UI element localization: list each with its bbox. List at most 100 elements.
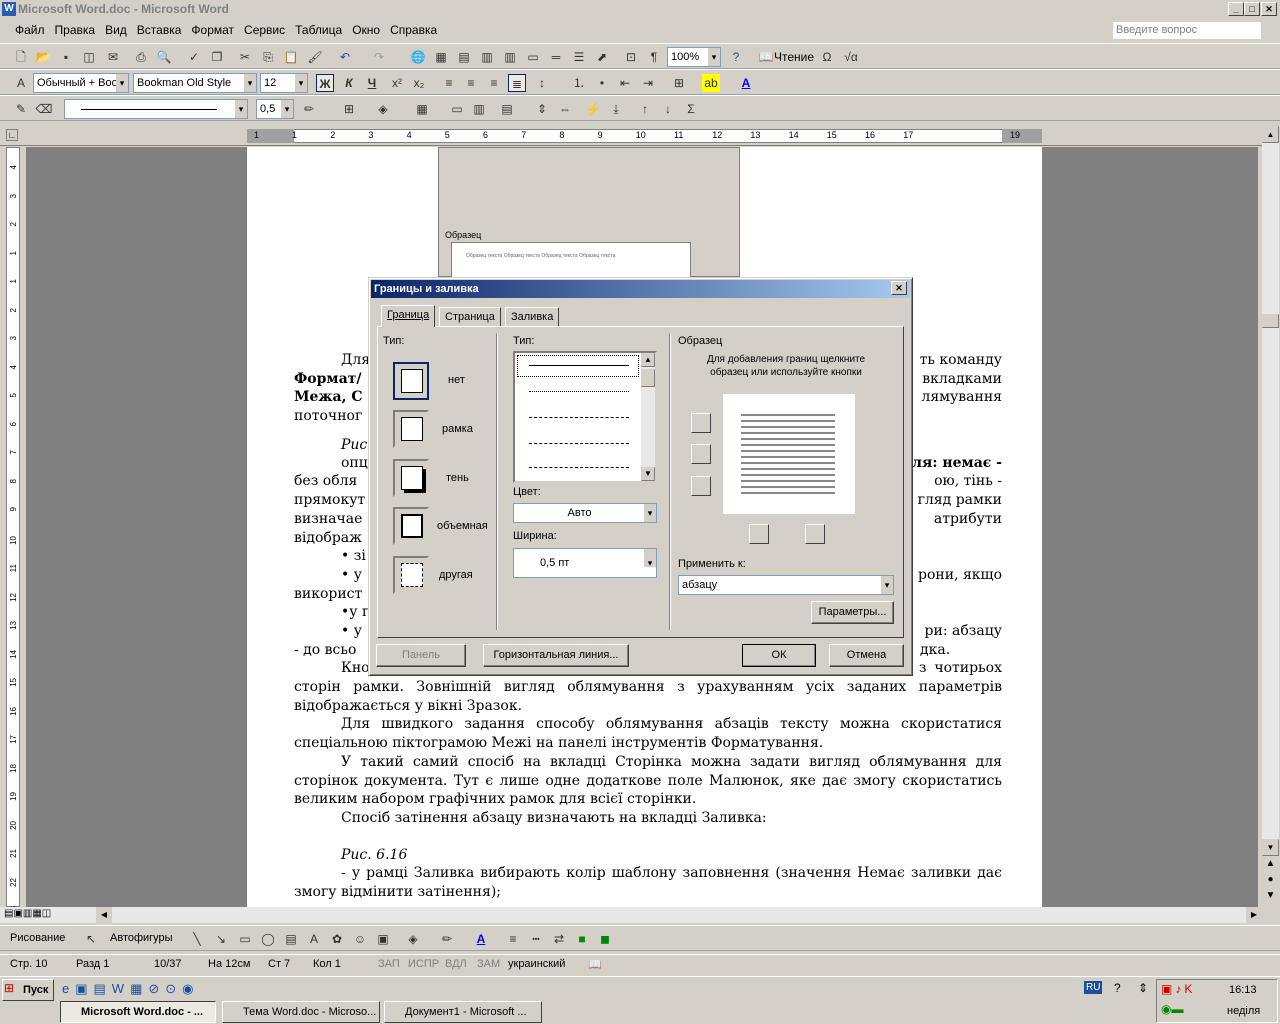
borders-icon[interactable]: ⊞ (670, 74, 688, 92)
scroll-up-icon[interactable]: ▲ (641, 353, 655, 367)
3d-icon[interactable]: ◼ (596, 930, 614, 948)
quicklaunch-icons[interactable]: e▣▤W▦⊘⊙◉ (62, 981, 199, 997)
status-ext[interactable]: ВДЛ (445, 958, 467, 970)
decrease-indent-icon[interactable]: ⇤ (616, 74, 634, 92)
type-3d-button[interactable] (393, 507, 429, 545)
copy-icon[interactable]: ⎘ (259, 48, 277, 66)
line-style-select[interactable] (64, 99, 248, 119)
scroll-down-icon[interactable]: ▼ (1262, 839, 1279, 856)
ask-question-box[interactable]: Введите вопрос (1113, 22, 1261, 39)
status-ovr[interactable]: ЗАМ (477, 958, 500, 970)
pilcrow-icon[interactable]: ¶ (645, 48, 663, 66)
menu-format[interactable]: Формат (186, 20, 239, 40)
insert-table-icon[interactable]: ▤ (455, 48, 473, 66)
menu-table[interactable]: Таблица (290, 20, 347, 40)
paste-icon[interactable]: 📋 (282, 48, 300, 66)
diagram-icon[interactable]: ✿ (328, 930, 346, 948)
insert-table2-icon[interactable]: ▦ (413, 100, 431, 118)
reading-mode-icon[interactable]: 📖 (757, 48, 775, 66)
arrow-icon[interactable]: ↘ (212, 930, 230, 948)
spelling-icon[interactable]: ✓ (185, 48, 203, 66)
fill-color-icon[interactable]: ◈ (404, 930, 422, 948)
autoformat-icon[interactable]: ⚡ (584, 100, 602, 118)
scroll-thumb[interactable] (1262, 314, 1279, 328)
font-select[interactable]: Bookman Old Style (133, 73, 257, 93)
reading-mode-label[interactable]: Чтение (774, 50, 814, 64)
drawing-toggle-icon[interactable]: ▭ (524, 48, 542, 66)
print-icon[interactable]: ⎙ (132, 48, 150, 66)
undo-icon[interactable]: ↶ (336, 48, 354, 66)
menu-insert[interactable]: Вставка (132, 20, 187, 40)
border-color-icon[interactable]: ✏ (300, 100, 318, 118)
hyperlink-icon[interactable]: 🌐 (409, 48, 427, 66)
scroll-down-icon[interactable]: ▼ (641, 467, 655, 481)
ok-button[interactable]: ОК (742, 644, 816, 667)
doc-map-icon[interactable]: ☰ (570, 48, 588, 66)
font-color-icon[interactable]: A (737, 74, 755, 92)
oval-icon[interactable]: ◯ (259, 930, 277, 948)
scroll-right-icon[interactable]: ▶ (1246, 907, 1262, 923)
equation-icon[interactable]: √α (842, 48, 860, 66)
options-button[interactable]: Параметры... (811, 601, 894, 624)
horizontal-line-button[interactable]: Горизонтальная линия... (483, 644, 629, 667)
left-border-button[interactable] (749, 524, 769, 544)
tab-page-border[interactable]: Страница (439, 307, 501, 327)
spelling-status-icon[interactable]: 📖 (588, 958, 602, 971)
textbox-icon[interactable]: ▤ (282, 930, 300, 948)
line-style-icon[interactable]: ≡ (504, 930, 522, 948)
align-right-icon[interactable]: ≡ (485, 74, 503, 92)
text-direction-icon[interactable]: ⤓ (607, 100, 625, 118)
cancel-button[interactable]: Отмена (829, 644, 904, 667)
format-painter-icon[interactable]: 🖌 (306, 48, 324, 66)
clipart-icon[interactable]: ☺ (351, 930, 369, 948)
line-spacing-icon[interactable]: ↕ (533, 74, 551, 92)
scroll-thumb[interactable] (641, 369, 655, 387)
tables-borders-icon[interactable]: ▦ (432, 48, 450, 66)
sample-preview[interactable] (723, 394, 855, 514)
underline-button[interactable]: Ч (363, 74, 381, 92)
new-doc-icon[interactable]: 🗋 (12, 48, 30, 66)
status-trk[interactable]: ИСПР (408, 958, 439, 970)
outside-border-icon[interactable]: ⊞ (340, 100, 358, 118)
select-arrow-icon[interactable]: ↖ (82, 930, 100, 948)
menu-tools[interactable]: Сервис (239, 20, 290, 40)
numbering-icon[interactable]: ⒈ (570, 74, 588, 92)
help-tray-icon[interactable]: ? (1114, 981, 1121, 995)
apply-select[interactable]: абзацу (678, 575, 894, 595)
align-cell-icon[interactable]: ▤ (498, 100, 516, 118)
middle-border-button[interactable] (691, 444, 711, 464)
distribute-cols-icon[interactable]: ⇔ (556, 100, 574, 118)
rectangle-icon[interactable]: ▭ (236, 930, 254, 948)
tab-shading[interactable]: Заливка (505, 307, 560, 327)
view-buttons[interactable]: ▤▣▥▦◫ (4, 908, 94, 919)
tab-borders[interactable]: Граница (381, 305, 436, 327)
wordart-icon[interactable]: A (305, 930, 323, 948)
cut-icon[interactable]: ✂ (236, 48, 254, 66)
tray-arrow-icon[interactable]: ⇕ (1138, 981, 1148, 995)
arrow-style-icon[interactable]: ⇄ (550, 930, 568, 948)
highlight-icon[interactable]: ab (702, 74, 720, 92)
shading-color-icon[interactable]: ◈ (374, 100, 392, 118)
minimize-button[interactable]: _ (1228, 2, 1244, 16)
shadow-icon[interactable]: ■ (573, 930, 591, 948)
autosum-icon[interactable]: Σ (682, 100, 700, 118)
language-indicator[interactable]: RU (1084, 981, 1103, 994)
print-preview-icon[interactable]: 🔍 (155, 48, 173, 66)
bottom-border-button[interactable] (691, 476, 711, 496)
bullets-icon[interactable]: • (593, 74, 611, 92)
type-box-button[interactable] (393, 410, 429, 448)
drawing-menu[interactable]: Рисование (10, 932, 65, 944)
doc-map2-icon[interactable]: ⊡ (622, 48, 640, 66)
dash-style-icon[interactable]: ┅ (527, 930, 545, 948)
maximize-button[interactable]: □ (1244, 2, 1260, 16)
dialog-close-button[interactable]: ✕ (891, 281, 907, 295)
subscript-icon[interactable]: x₂ (410, 74, 428, 92)
research-icon[interactable]: ❐ (208, 48, 226, 66)
width-select[interactable]: 0,5 пт (513, 548, 657, 578)
bold-button[interactable]: Ж (316, 74, 334, 92)
zoom-select[interactable]: 100% (667, 47, 721, 67)
status-rec[interactable]: ЗАП (378, 958, 400, 970)
redo-icon[interactable]: ↷ (370, 48, 388, 66)
task-word-active[interactable]: Microsoft Word.doc - ... (60, 1001, 216, 1023)
browse-object-buttons[interactable]: ▲ ● ▼ (1262, 856, 1279, 906)
